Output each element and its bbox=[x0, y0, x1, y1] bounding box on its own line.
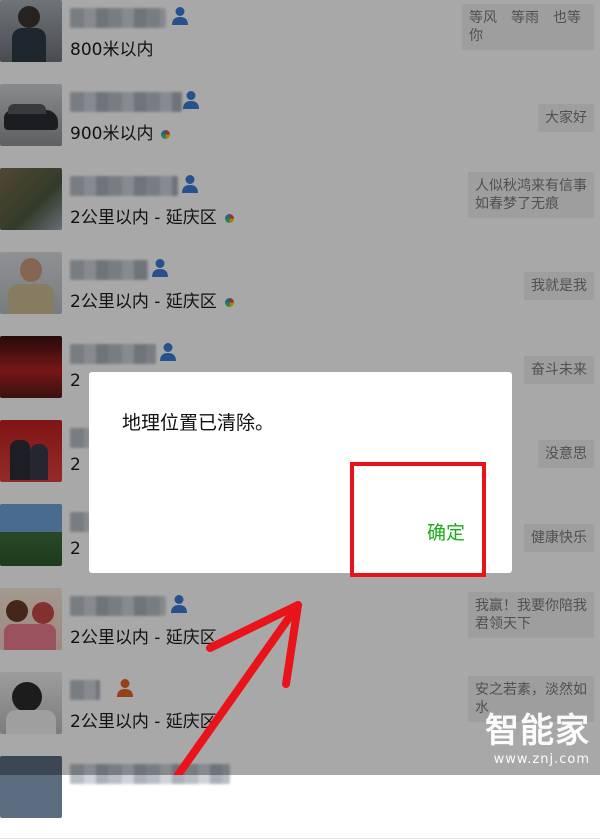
dialog-message: 地理位置已清除。 bbox=[122, 412, 275, 434]
highlight-box bbox=[350, 462, 486, 577]
watermark-logo: 智能家 bbox=[485, 711, 590, 751]
watermark: 智能家 www.znj.com bbox=[485, 703, 590, 767]
watermark-url: www.znj.com bbox=[493, 752, 590, 767]
